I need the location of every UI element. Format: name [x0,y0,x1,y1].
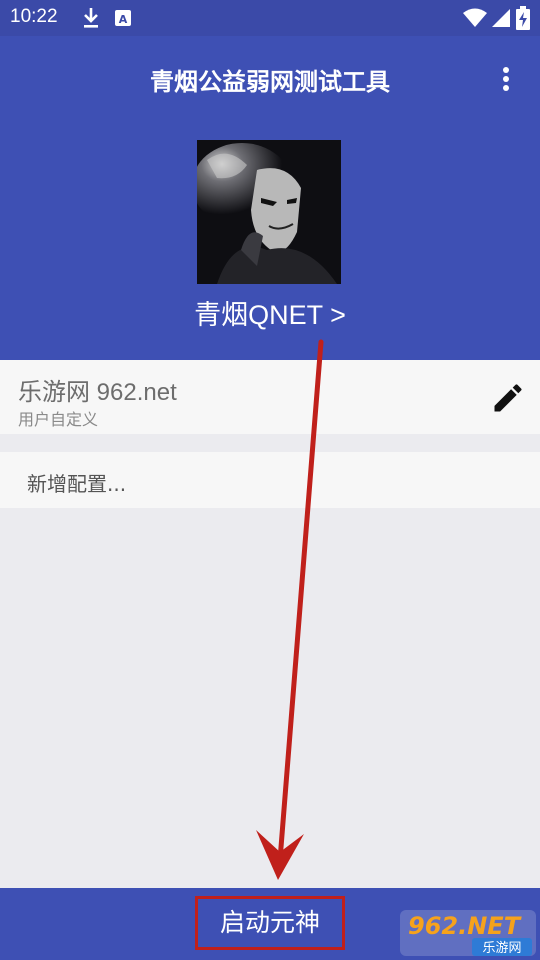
config-name: 乐游网 962.net [18,379,177,406]
app-header: 青烟公益弱网测试工具 青烟QNET > [0,36,540,360]
battery-charging-icon [516,6,530,30]
more-options-icon[interactable] [494,64,518,94]
status-time: 10:22 [10,6,58,27]
signal-icon [492,9,510,27]
add-config-button[interactable]: 新增配置... [0,452,540,508]
app-title: 青烟公益弱网测试工具 [150,68,390,96]
launch-button[interactable]: 启动元神 [195,896,345,950]
keyboard-a-icon: A [115,10,131,26]
add-config-label: 新增配置... [27,472,127,496]
wifi-icon [463,8,487,27]
watermark-logo: 962.NET 乐游网 [400,908,536,958]
avatar[interactable] [197,140,341,284]
watermark-brand: 962.NET [408,912,522,940]
download-icon [84,8,98,28]
edit-pencil-icon[interactable] [490,380,526,416]
watermark-sub: 乐游网 [482,941,521,956]
bottom-bar: 启动元神 962.NET 乐游网 [0,888,540,960]
config-subtitle: 用户自定义 [18,410,99,429]
status-bar: 10:22 A [0,0,540,36]
config-list-item[interactable]: 乐游网 962.net 用户自定义 [0,360,540,434]
watermark-logo-graphic: 962.NET 乐游网 [400,910,536,956]
svg-text:A: A [119,13,128,26]
profile-link[interactable]: 青烟QNET > [0,293,540,332]
